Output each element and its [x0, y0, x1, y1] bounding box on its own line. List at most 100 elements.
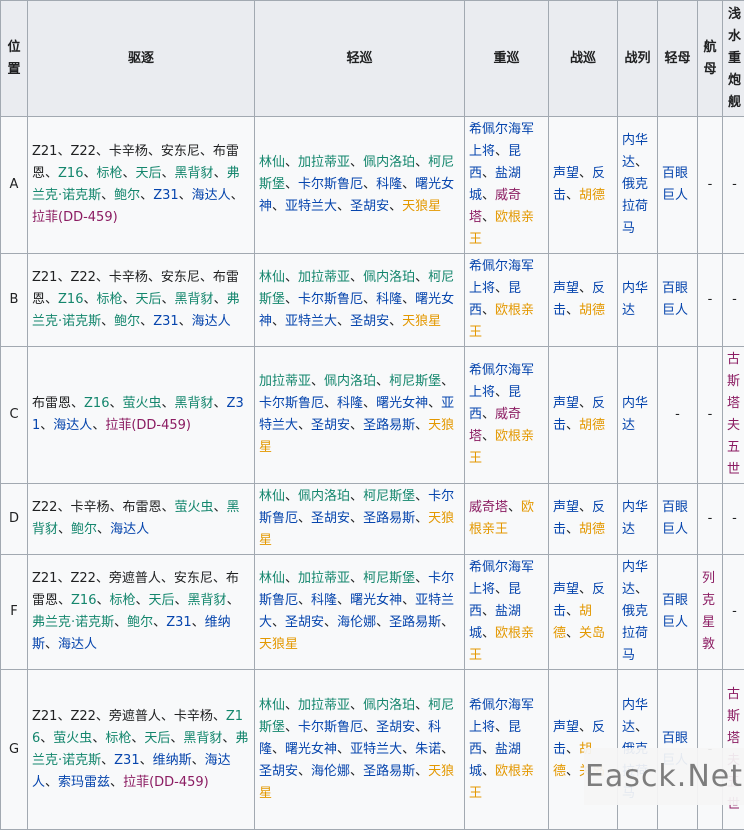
- ship-link[interactable]: 圣胡安: [350, 199, 389, 214]
- ship-link[interactable]: 索玛雷兹: [58, 775, 110, 790]
- ship-link[interactable]: 声望: [553, 281, 579, 296]
- ship-link[interactable]: Z16: [58, 166, 83, 181]
- ship-link[interactable]: 圣路易斯: [389, 615, 441, 630]
- ship-link[interactable]: 百眼巨人: [662, 166, 688, 203]
- ship-link[interactable]: 海伦娜: [337, 615, 376, 630]
- ship-link[interactable]: 声望: [553, 396, 579, 411]
- ship-link[interactable]: Z16: [58, 292, 83, 307]
- ship-link[interactable]: 海达人: [110, 522, 149, 537]
- ship-link[interactable]: 柯尼斯堡: [363, 489, 415, 504]
- ship-link[interactable]: 卡尔斯鲁厄: [259, 396, 324, 411]
- ship-link[interactable]: 曙光女神: [285, 742, 337, 757]
- ship-link[interactable]: 黑背豺: [175, 166, 214, 181]
- ship-link[interactable]: 胡德: [579, 303, 605, 318]
- ship-link[interactable]: 维纳斯: [153, 753, 192, 768]
- ship-link[interactable]: 百眼巨人: [662, 500, 688, 537]
- ship-link[interactable]: 声望: [553, 582, 579, 597]
- ship-link[interactable]: 拉菲(DD-459): [105, 418, 191, 433]
- ship-link[interactable]: 圣路易斯: [363, 418, 415, 433]
- ship-link[interactable]: 卡尔斯鲁厄: [298, 720, 363, 735]
- ship-link[interactable]: 圣胡安: [311, 418, 350, 433]
- ship-link[interactable]: 胡德: [579, 522, 605, 537]
- ship-link[interactable]: 林仙: [259, 698, 285, 713]
- ship-link[interactable]: 科隆: [376, 177, 402, 192]
- ship-link[interactable]: 卡尔斯鲁厄: [298, 177, 363, 192]
- ship-link[interactable]: 圣胡安: [259, 764, 298, 779]
- ship-link[interactable]: 标枪: [109, 593, 135, 608]
- ship-link[interactable]: 内华达: [622, 500, 648, 537]
- ship-link[interactable]: 朱诺: [415, 742, 441, 757]
- ship-link[interactable]: 圣胡安: [350, 314, 389, 329]
- ship-link[interactable]: 亚特兰大: [285, 199, 337, 214]
- ship-link[interactable]: 胡德: [579, 418, 605, 433]
- ship-link[interactable]: 古斯塔夫五世: [727, 352, 740, 477]
- ship-link[interactable]: 百眼巨人: [662, 281, 688, 318]
- ship-link[interactable]: 标枪: [105, 731, 131, 746]
- ship-link[interactable]: 亚特兰大: [285, 314, 337, 329]
- ship-link[interactable]: 卡尔斯鲁厄: [298, 292, 363, 307]
- ship-link[interactable]: 佩内洛珀: [298, 489, 350, 504]
- ship-link[interactable]: 内华达: [622, 281, 648, 318]
- ship-link[interactable]: 萤火虫: [122, 396, 161, 411]
- ship-link[interactable]: 百眼巨人: [662, 593, 688, 630]
- ship-link[interactable]: 林仙: [259, 489, 285, 504]
- ship-link[interactable]: 科隆: [337, 396, 363, 411]
- ship-link[interactable]: 标枪: [96, 166, 122, 181]
- ship-link[interactable]: 佩内洛珀: [363, 698, 415, 713]
- ship-link[interactable]: 科隆: [376, 292, 402, 307]
- ship-link[interactable]: 天狼星: [259, 637, 298, 652]
- ship-link[interactable]: 科隆: [311, 593, 337, 608]
- ship-link[interactable]: 圣路易斯: [363, 764, 415, 779]
- ship-link[interactable]: 俄克拉荷马: [622, 177, 648, 236]
- ship-link[interactable]: 弗兰克·诺克斯: [32, 615, 114, 630]
- ship-link[interactable]: 林仙: [259, 155, 285, 170]
- ship-link[interactable]: 海达人: [53, 418, 92, 433]
- ship-link[interactable]: 加拉蒂亚: [259, 374, 311, 389]
- ship-link[interactable]: 曙光女神: [350, 593, 402, 608]
- ship-link[interactable]: 柯尼斯堡: [363, 571, 415, 586]
- ship-link[interactable]: 佩内洛珀: [363, 270, 415, 285]
- ship-link[interactable]: 天狼星: [402, 199, 441, 214]
- ship-link[interactable]: 天后: [136, 166, 162, 181]
- ship-link[interactable]: 鲍尔: [127, 615, 153, 630]
- ship-link[interactable]: 黑背豺: [188, 593, 227, 608]
- ship-link[interactable]: 海达人: [58, 637, 97, 652]
- ship-link[interactable]: 天后: [149, 593, 175, 608]
- ship-link[interactable]: 关岛: [579, 626, 605, 641]
- ship-link[interactable]: 海达人: [192, 314, 231, 329]
- ship-link[interactable]: 黑背豺: [175, 292, 214, 307]
- ship-link[interactable]: 加拉蒂亚: [298, 155, 350, 170]
- ship-link[interactable]: Z16: [71, 593, 96, 608]
- ship-link[interactable]: Z31: [153, 314, 178, 329]
- ship-link[interactable]: Z16: [84, 396, 109, 411]
- ship-link[interactable]: 圣胡安: [311, 511, 350, 526]
- ship-link[interactable]: Z31: [153, 188, 178, 203]
- ship-link[interactable]: 林仙: [259, 270, 285, 285]
- ship-link[interactable]: 萤火虫: [53, 731, 92, 746]
- ship-link[interactable]: 声望: [553, 166, 579, 181]
- ship-link[interactable]: 天后: [136, 292, 162, 307]
- ship-link[interactable]: 威奇塔: [469, 500, 508, 515]
- ship-link[interactable]: 佩内洛珀: [324, 374, 376, 389]
- ship-link[interactable]: 亚特兰大: [350, 742, 402, 757]
- ship-link[interactable]: 拉菲(DD-459): [123, 775, 209, 790]
- ship-link[interactable]: 胡德: [579, 188, 605, 203]
- ship-link[interactable]: 圣胡安: [285, 615, 324, 630]
- ship-link[interactable]: 标枪: [96, 292, 122, 307]
- ship-link[interactable]: 拉菲(DD-459): [32, 210, 118, 225]
- ship-link[interactable]: 加拉蒂亚: [298, 698, 350, 713]
- ship-link[interactable]: 鲍尔: [114, 188, 140, 203]
- ship-link[interactable]: 声望: [553, 500, 579, 515]
- ship-link[interactable]: 声望: [553, 720, 579, 735]
- ship-link[interactable]: 海达人: [192, 188, 231, 203]
- ship-link[interactable]: 内华达: [622, 396, 648, 433]
- ship-link[interactable]: 鲍尔: [71, 522, 97, 537]
- ship-link[interactable]: 萤火虫: [174, 500, 213, 515]
- ship-link[interactable]: Z31: [166, 615, 191, 630]
- ship-link[interactable]: 曙光女神: [376, 396, 428, 411]
- ship-link[interactable]: 天后: [144, 731, 170, 746]
- ship-link[interactable]: 圣路易斯: [363, 511, 415, 526]
- ship-link[interactable]: 天狼星: [402, 314, 441, 329]
- ship-link[interactable]: 鲍尔: [114, 314, 140, 329]
- ship-link[interactable]: 加拉蒂亚: [298, 270, 350, 285]
